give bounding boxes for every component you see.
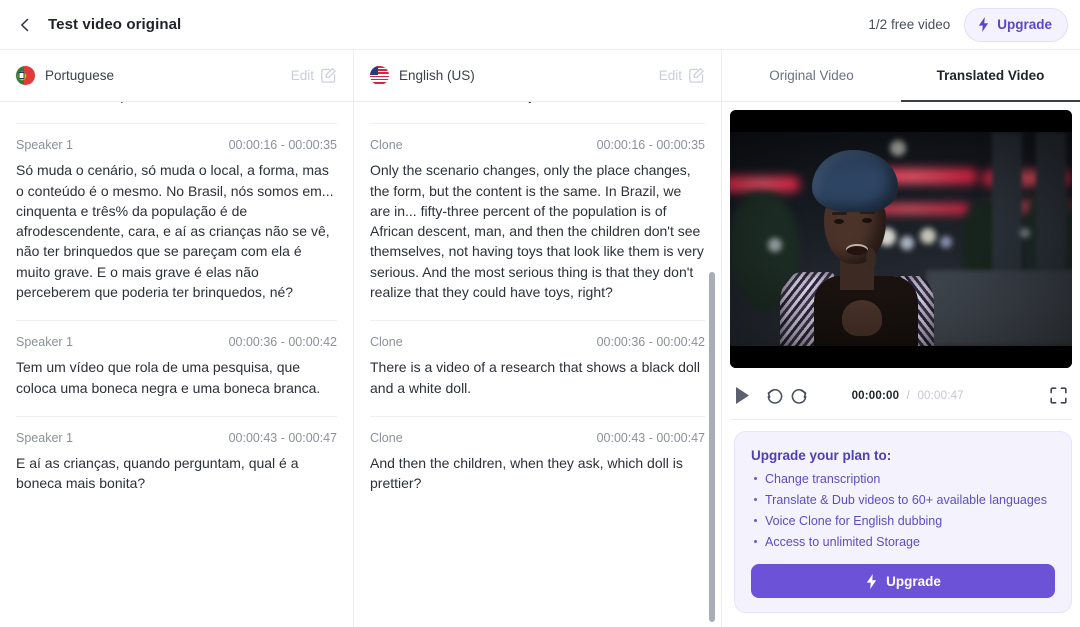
transcript-segment[interactable]: Clone 00:00:36 - 00:00:42 There is a vid… [370,321,705,417]
segment-meta: Clone 00:00:16 - 00:00:35 [370,138,705,152]
segment-speaker: Clone [370,138,403,153]
upgrade-promo-card: Upgrade your plan to: Change transcripti… [734,431,1072,613]
fullscreen-icon[interactable] [1049,386,1068,405]
transcript-segment[interactable]: Clone 00:00:16 - 00:00:35 Only the scena… [370,124,705,322]
segment-text: outras mulheres pretas, é a mesma histór… [16,102,337,105]
segment-meta: Speaker 1 00:00:43 - 00:00:47 [16,431,337,445]
tab-original-video-label: Original Video [769,68,854,83]
video-preview-panel: 00:00:00 / 00:00:47 Upgrade your plan to… [722,102,1080,627]
top-bar: Test video original 1/2 free video Upgra… [0,0,1080,50]
segment-timestamp: 00:00:16 - 00:00:35 [228,138,337,153]
scrollbar-thumb[interactable] [709,272,715,622]
segment-speaker: Clone [370,430,403,445]
top-bar-right: 1/2 free video Upgrade [868,7,1080,42]
transcript-scrollbar[interactable] [709,102,715,627]
rewind-10-icon[interactable] [765,386,785,406]
segment-speaker: Speaker 1 [16,138,73,153]
upgrade-feature-item: Voice Clone for English dubbing [751,513,1055,529]
segment-meta: Speaker 1 00:00:16 - 00:00:35 [16,138,337,152]
lightning-bolt-icon [977,17,990,32]
video-player[interactable] [730,110,1072,368]
pencil-square-icon [688,67,705,84]
portugal-flag-icon [16,66,35,85]
segment-text: Only the scenario changes, only the plac… [370,162,704,301]
tab-translated-video-label: Translated Video [936,68,1045,83]
upgrade-feature-item: Access to unlimited Storage [751,534,1055,550]
transcript-segment[interactable]: Clone 00:00:43 - 00:00:47 And then the c… [370,417,705,512]
target-transcript-column[interactable]: women, it's the same story. Clone 00:00:… [354,102,722,627]
upgrade-feature-list: Change transcription Translate & Dub vid… [751,471,1055,550]
segment-meta: Speaker 1 00:00:36 - 00:00:42 [16,335,337,349]
usa-flag-icon [370,66,389,85]
upgrade-card-button-label: Upgrade [886,573,941,589]
segment-speaker: Speaker 1 [16,335,73,350]
forward-10-icon[interactable] [789,386,809,406]
segment-speaker: Clone [370,335,403,350]
segment-text: And then the children, when they ask, wh… [370,454,683,492]
upgrade-button-header[interactable]: Upgrade [964,7,1068,42]
target-language-label: English (US) [399,68,475,83]
page-title: Test video original [48,16,182,33]
tab-translated-video[interactable]: Translated Video [901,50,1080,102]
free-video-counter: 1/2 free video [868,17,951,32]
video-tabs: Original Video Translated Video [722,50,1080,102]
source-language-header: Portuguese Edit [0,50,354,101]
segment-speaker: Speaker 1 [16,430,73,445]
time-separator: / [906,389,911,402]
target-edit-label: Edit [658,68,682,83]
segment-text: Tem um vídeo que rola de uma pesquisa, q… [16,359,321,396]
segment-timestamp: 00:00:43 - 00:00:47 [596,430,705,445]
play-icon[interactable] [734,386,751,405]
segment-text: There is a video of a research that show… [370,359,700,396]
segment-text: E aí as crianças, quando perguntam, qual… [16,454,299,492]
source-language-label: Portuguese [45,68,115,83]
transcript-segment-partial[interactable]: outras mulheres pretas, é a mesma histór… [16,102,337,125]
segment-text: women, it's the same story. [370,102,705,105]
target-edit-button[interactable]: Edit [659,67,705,84]
total-duration: 00:00:47 [917,389,964,402]
column-header-row: Portuguese Edit English (US) Edit Origin… [0,50,1080,102]
pencil-square-icon [320,67,337,84]
source-transcript-column[interactable]: outras mulheres pretas, é a mesma histór… [0,102,354,627]
upgrade-card-title: Upgrade your plan to: [751,448,892,463]
transcript-segment[interactable]: Speaker 1 00:00:43 - 00:00:47 E aí as cr… [16,417,337,512]
segment-timestamp: 00:00:36 - 00:00:42 [228,335,337,350]
segment-text: Só muda o cenário, só muda o local, a fo… [16,162,334,301]
player-controls: 00:00:00 / 00:00:47 [730,386,1072,420]
segment-timestamp: 00:00:16 - 00:00:35 [596,138,705,153]
lightning-bolt-icon [865,573,878,589]
source-edit-button[interactable]: Edit [291,67,337,84]
tab-original-video[interactable]: Original Video [722,50,901,101]
back-button[interactable] [8,8,42,42]
segment-timestamp: 00:00:36 - 00:00:42 [596,335,705,350]
video-still [730,132,1072,346]
segment-timestamp: 00:00:43 - 00:00:47 [228,430,337,445]
segment-meta: Clone 00:00:43 - 00:00:47 [370,431,705,445]
segment-meta: Clone 00:00:36 - 00:00:42 [370,335,705,349]
transcript-segment[interactable]: Speaker 1 00:00:36 - 00:00:42 Tem um víd… [16,321,337,417]
transcript-segment-partial[interactable]: women, it's the same story. [370,102,705,125]
chevron-left-icon [17,17,33,33]
main-body: outras mulheres pretas, é a mesma histór… [0,102,1080,627]
source-edit-label: Edit [290,68,314,83]
upgrade-button-card[interactable]: Upgrade [751,564,1055,598]
upgrade-feature-item: Change transcription [751,471,1055,487]
transcript-segment[interactable]: Speaker 1 00:00:16 - 00:00:35 Só muda o … [16,124,337,322]
upgrade-feature-item: Translate & Dub videos to 60+ available … [751,492,1055,508]
upgrade-button-label: Upgrade [997,17,1052,32]
target-language-header: English (US) Edit [354,50,722,101]
playback-time: 00:00:00 / 00:00:47 [852,390,964,402]
current-time: 00:00:00 [851,389,900,402]
